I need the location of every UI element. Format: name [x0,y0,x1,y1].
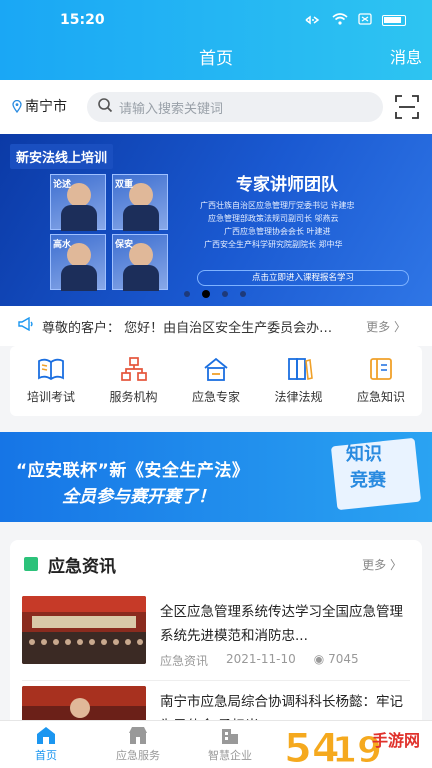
notice-text: 尊敬的客户： 您好！由自治区安全生产委员会办… [42,320,333,336]
header: 15:20 首页 消息 [0,0,432,80]
banner-line: 广西壮族自治区应急管理厅党委书记 许建忠 [200,201,355,210]
page-title: 首页 [199,49,233,69]
views-count: 7045 [328,652,359,666]
quick-menu: 培训考试 服务机构 应急专家 法律法规 应急知识 [10,346,422,416]
carousel-dot-active[interactable] [202,290,210,298]
speaker-photo: 高水 [50,234,106,291]
menu-item-experts[interactable]: 应急专家 [177,356,255,416]
notice-bar[interactable]: 尊敬的客户： 您好！由自治区安全生产委员会办… 更多 〉 [0,306,432,346]
search-row: 南宁市 请输入搜索关键词 [0,80,432,134]
org-chart-icon [119,356,149,382]
more-label: 更多 [366,319,391,334]
carousel-dots [184,290,246,298]
tab-label: 智慧企业 [208,749,252,762]
tab-label: 应急服务 [116,749,160,762]
bluetooth-icon [304,14,322,28]
article-category: 应急资讯 [160,654,209,668]
tab-smart-enterprise[interactable]: 智慧企业 [184,721,276,768]
article-title: 全区应急管理系统传达学习全国应急管理系统先进模范和消防忠... [160,604,403,644]
more-label: 更多 [362,558,387,572]
article-meta: 应急资讯 2021-11-10 ◉ 7045 [160,652,359,669]
menu-label: 应急专家 [191,390,240,404]
promo-banner[interactable]: “应安联杯”新《安全生产法》 全员参与赛开赛了！ 知识 竞赛 [0,432,432,522]
menu-item-knowledge[interactable]: 应急知识 [342,356,420,416]
menu-item-laws[interactable]: 法律法规 [260,356,338,416]
banner-line: 广西应急管理协会会长 叶建进 [224,227,331,236]
photo-caption: 保安 [115,240,134,250]
megaphone-icon [18,316,34,335]
chevron-right-icon: 〉 [393,319,406,334]
city-label: 南宁市 [25,99,67,115]
banner-line: 广西安全生产科学研究院副院长 郑中华 [204,240,343,249]
eye-icon: ◉ [313,652,325,666]
speaker-photo: 保安 [112,234,168,291]
photo-caption: 双重 [115,180,134,190]
carousel-dot[interactable] [240,291,246,297]
news-header: 应急资讯 更多 〉 [22,552,410,577]
carousel-dot[interactable] [222,291,228,297]
news-card: 应急资讯 更多 〉 全区应急管理系统传达学习全国应急管理系统先进模范和消防忠..… [10,540,422,754]
article-thumbnail [22,596,146,664]
menu-item-service-orgs[interactable]: 服务机构 [95,356,173,416]
photo-caption: 高水 [53,240,72,250]
tab-emergency-services[interactable]: 应急服务 [92,721,184,768]
messages-button[interactable]: 消息 [390,44,422,68]
promo-line-1: “应安联杯”新《安全生产法》 [16,461,250,481]
article-date: 2021-11-10 [226,652,296,666]
news-article[interactable]: 全区应急管理系统传达学习全国应急管理系统先进模范和消防忠... 应急资讯 202… [22,596,410,686]
news-title: 应急资讯 [48,557,116,577]
city-selector[interactable]: 南宁市 [12,96,67,116]
menu-label: 培训考试 [26,390,75,404]
search-input[interactable]: 请输入搜索关键词 [87,92,383,122]
scan-icon[interactable] [394,94,420,120]
tab-label: 首页 [35,749,57,762]
law-icon [284,356,314,382]
banner-team-title: 专家讲师团队 [236,175,338,195]
photo-caption: 论述 [53,180,72,190]
expert-icon [201,356,231,382]
menu-item-training[interactable]: 培训考试 [12,356,90,416]
battery-icon [382,15,406,26]
tab-home[interactable]: 首页 [0,721,92,768]
banner-line: 应急管理部政策法规司副司长 邬燕云 [208,214,339,223]
banner-cta[interactable]: 点击立即进入课程报名学习 [197,270,409,286]
status-time: 15:20 [60,12,105,28]
wifi-icon [332,13,348,28]
title-bar: 首页 消息 [0,44,432,69]
news-more-link[interactable]: 更多 〉 [362,556,402,573]
search-icon [97,97,113,117]
banner-carousel[interactable]: 新安法线上培训 论述 双重 高水 保安 专家讲师团队 广西壮族自治区应急管理厅党… [0,134,432,306]
news-section-icon [24,557,38,571]
status-icons [304,13,406,28]
sim-icon [358,13,372,28]
search-placeholder: 请输入搜索关键词 [119,101,224,117]
notice-more-link[interactable]: 更多 〉 [366,318,406,335]
chevron-right-icon: 〉 [389,558,402,572]
carousel-dot[interactable] [184,291,190,297]
building-icon [219,725,241,745]
knowledge-icon [366,356,396,382]
promo-badge-1: 知识 [346,444,382,465]
banner-tag: 新安法线上培训 [10,144,114,169]
speaker-photo: 论述 [50,174,106,231]
menu-label: 法律法规 [274,390,323,404]
watermark-logo: 54 19 手游网 [280,724,428,768]
menu-label: 应急知识 [356,390,405,404]
location-pin-icon [12,100,22,113]
svg-text:手游网: 手游网 [372,731,420,750]
promo-badge-2: 竞赛 [350,470,386,491]
app-screen: 15:20 首页 消息 南宁市 请输入搜索关键词 新安法线上培训 论述 双重 高… [0,0,432,768]
article-views: ◉ 7045 [314,652,359,669]
menu-label: 服务机构 [109,390,158,404]
speaker-photo: 双重 [112,174,168,231]
home-icon [35,725,57,745]
promo-line-2: 全员参与赛开赛了！ [62,487,215,507]
status-bar: 15:20 [0,10,432,32]
book-icon [36,356,66,382]
service-icon [127,725,149,745]
divider [22,680,410,681]
